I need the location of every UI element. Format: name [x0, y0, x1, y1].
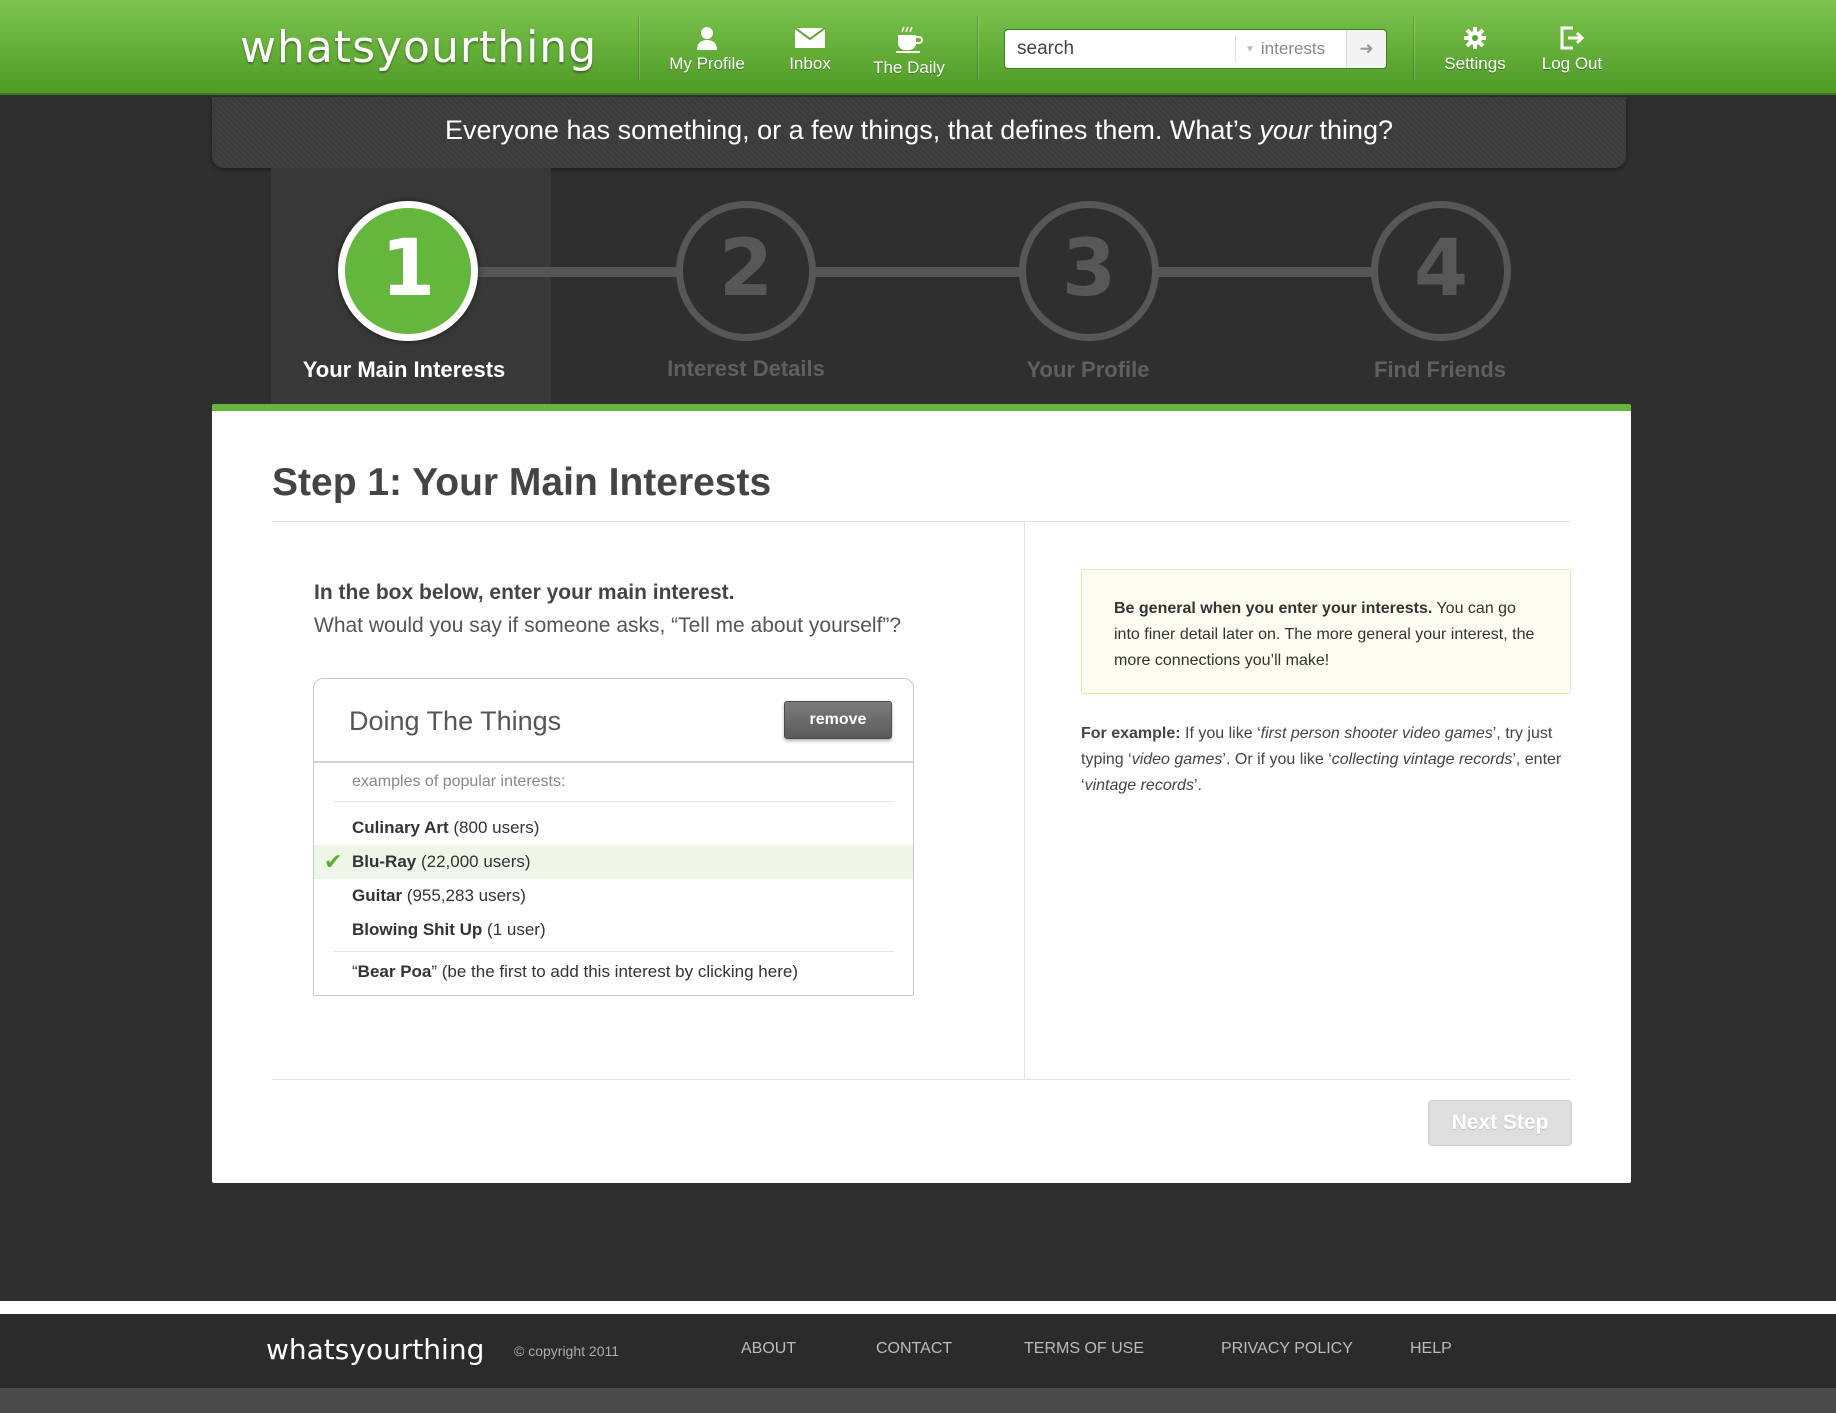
divider: [272, 521, 1570, 522]
tip-heading: Be general when you enter your interests…: [1114, 600, 1433, 617]
column-divider: [1024, 522, 1025, 1079]
nav-the-daily-label: The Daily: [873, 58, 945, 77]
coffee-cup-icon: [896, 26, 923, 53]
suggestion-item-selected[interactable]: ✔ Blu-Ray (22,000 users): [314, 845, 913, 879]
footer-link-contact[interactable]: CONTACT: [876, 1340, 952, 1358]
header-divider: [1413, 16, 1414, 80]
interest-autocomplete: Doing The Things remove examples of popu…: [313, 678, 914, 996]
nav-inbox-label: Inbox: [789, 54, 831, 73]
footer-link-help[interactable]: HELP: [1410, 1340, 1452, 1358]
person-icon: [697, 27, 717, 50]
header-divider: [977, 16, 978, 80]
footer: whatsyourthing © copyright 2011 ABOUT CO…: [0, 1314, 1836, 1388]
example-italic: video games: [1131, 751, 1223, 768]
arrow-right-icon: ➜: [1359, 39, 1374, 58]
copyright: © copyright 2011: [514, 1343, 620, 1359]
step-3-circle[interactable]: 3: [1019, 201, 1159, 341]
suggestion-item[interactable]: Guitar (955,283 users): [314, 879, 913, 913]
search-bar: ▼ interests ➜: [1004, 29, 1387, 69]
nav-inbox[interactable]: Inbox: [778, 26, 842, 74]
footer-top-strip: [0, 1301, 1836, 1314]
nav-settings-label: Settings: [1444, 54, 1506, 73]
prompt-heading: In the box below, enter your main intere…: [314, 581, 735, 604]
example-text: For example: If you like ‘first person s…: [1081, 721, 1571, 799]
steps-connector: [405, 267, 1505, 277]
suggestion-name: Blu-Ray: [352, 852, 417, 871]
header-divider: [638, 16, 639, 80]
tagline-emphasis: your: [1259, 115, 1312, 145]
step-1-label: Your Main Interests: [302, 357, 506, 382]
next-step-button[interactable]: Next Step: [1428, 1100, 1572, 1146]
divider: [334, 801, 894, 802]
example-part: If you like ‘: [1180, 725, 1261, 742]
footer-link-terms[interactable]: TERMS OF USE: [1024, 1340, 1144, 1358]
example-part: ’.: [1193, 777, 1202, 794]
step-4-label: Find Friends: [1374, 357, 1506, 382]
example-italic: vintage records: [1084, 777, 1194, 794]
search-divider: [1235, 36, 1236, 62]
suggestion-count: (800 users): [448, 818, 540, 837]
search-submit-button[interactable]: ➜: [1346, 30, 1386, 68]
step-2-label: Interest Details: [667, 356, 825, 381]
caret-down-icon: ▼: [1245, 44, 1255, 55]
footer-link-privacy[interactable]: PRIVACY POLICY: [1221, 1340, 1353, 1358]
step-4-circle[interactable]: 4: [1371, 201, 1511, 341]
add-new-hint: ” (be the first to add this interest by …: [431, 962, 798, 981]
interest-input[interactable]: Doing The Things: [349, 706, 561, 737]
example-italic: first person shooter video games: [1260, 725, 1493, 742]
divider: [334, 951, 894, 952]
search-filter-label: interests: [1260, 39, 1326, 58]
remove-button[interactable]: remove: [784, 701, 892, 739]
nav-log-out[interactable]: Log Out: [1536, 26, 1608, 74]
nav-the-daily[interactable]: The Daily: [866, 26, 952, 78]
tip-box: Be general when you enter your interests…: [1081, 569, 1571, 694]
main-card: Step 1: Your Main Interests In the box b…: [212, 404, 1631, 1183]
nav-my-profile[interactable]: My Profile: [667, 26, 747, 74]
example-label: For example:: [1081, 725, 1181, 742]
new-interest-name: Bear Poa: [357, 962, 432, 981]
tagline: Everyone has something, or a few things,…: [212, 115, 1626, 146]
footer-logo[interactable]: whatsyourthing: [266, 1333, 484, 1366]
checkmark-icon: ✔: [324, 849, 343, 874]
nav-my-profile-label: My Profile: [669, 54, 745, 73]
nav-log-out-label: Log Out: [1541, 54, 1603, 73]
gear-icon: [1464, 27, 1486, 49]
tagline-banner: Everyone has something, or a few things,…: [212, 97, 1626, 168]
add-new-interest-link[interactable]: “Bear Poa” (be the first to add this int…: [352, 962, 798, 982]
example-italic: collecting vintage records: [1331, 751, 1513, 768]
search-filter-dropdown[interactable]: ▼ interests: [1245, 39, 1325, 59]
page-title: Step 1: Your Main Interests: [272, 461, 772, 504]
bottom-bar: [0, 1388, 1836, 1413]
suggestion-count: (22,000 users): [416, 852, 531, 871]
logout-icon: [1560, 26, 1585, 50]
prompt-text: What would you say if someone asks, “Tel…: [314, 614, 902, 637]
suggestion-name: Blowing Shit Up: [352, 920, 483, 939]
example-part: ’. Or if you like ‘: [1222, 751, 1332, 768]
interest-input-row: Doing The Things remove: [314, 679, 913, 763]
divider: [272, 1079, 1570, 1080]
footer-link-about[interactable]: ABOUT: [741, 1340, 796, 1358]
suggestion-count: (1 user): [482, 920, 546, 939]
suggestion-name: Guitar: [352, 886, 403, 905]
suggestion-item[interactable]: Culinary Art (800 users): [314, 811, 913, 845]
tagline-end: thing?: [1311, 115, 1394, 145]
suggestion-name: Culinary Art: [352, 818, 449, 837]
suggestion-item[interactable]: Blowing Shit Up (1 user): [314, 913, 913, 947]
step-1-circle[interactable]: 1: [338, 201, 478, 341]
site-logo[interactable]: whatsyourthing: [240, 22, 597, 73]
search-input[interactable]: [1017, 38, 1237, 60]
examples-label: examples of popular interests:: [352, 773, 566, 790]
step-2-circle[interactable]: 2: [676, 201, 816, 341]
envelope-icon: [794, 27, 826, 48]
top-header: whatsyourthing My Profile Inbox The Dail…: [0, 0, 1836, 95]
suggestion-count: (955,283 users): [402, 886, 526, 905]
tagline-start: Everyone has something, or a few things,…: [444, 115, 1260, 145]
step-3-label: Your Profile: [1026, 357, 1150, 382]
nav-settings[interactable]: Settings: [1440, 26, 1510, 74]
